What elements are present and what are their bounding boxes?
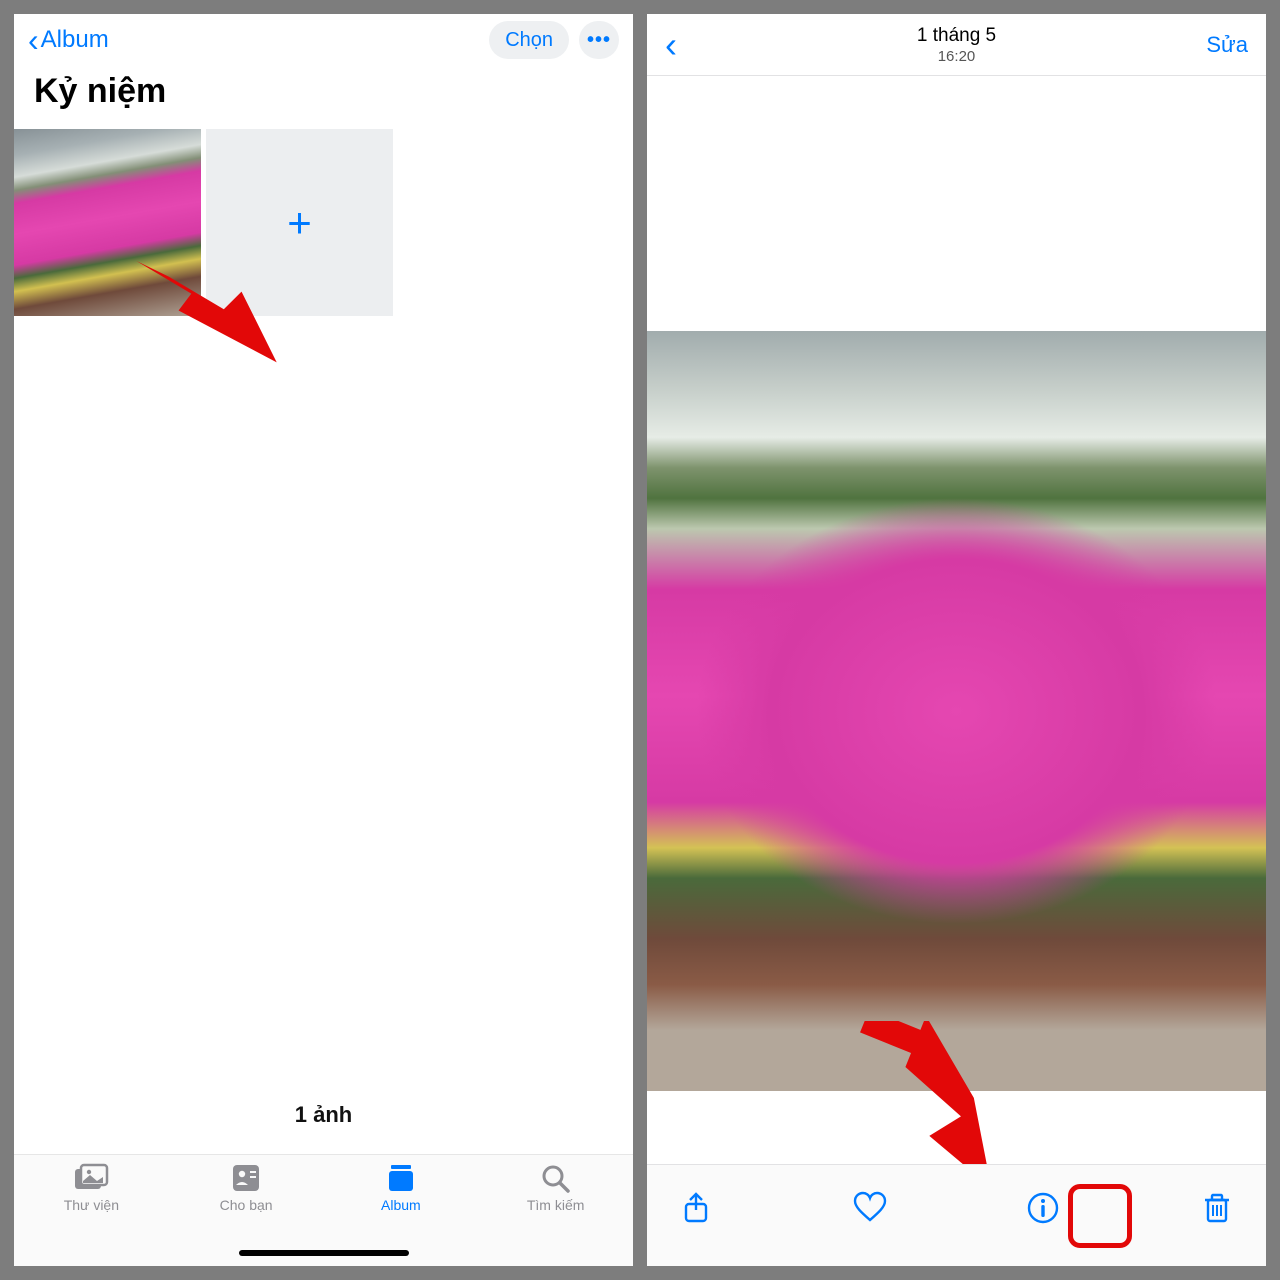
back-label: Album (41, 26, 109, 54)
left-screen-album-view: ‹ Album Chọn ••• Kỷ niệm + 1 ảnh (14, 14, 633, 1266)
edit-button[interactable]: Sửa (1206, 32, 1248, 58)
select-button[interactable]: Chọn (489, 21, 569, 59)
nav-bar: ‹ Album Chọn ••• (14, 14, 633, 66)
photo-date: 1 tháng 5 (917, 25, 996, 47)
library-icon (73, 1163, 109, 1193)
tab-label: Thư viện (64, 1197, 119, 1213)
search-icon (538, 1163, 574, 1193)
tab-label: Cho bạn (220, 1197, 273, 1213)
album-icon (383, 1163, 419, 1193)
trash-icon (1200, 1191, 1234, 1225)
share-icon (679, 1191, 713, 1225)
home-indicator[interactable] (239, 1250, 409, 1256)
delete-button[interactable] (1196, 1187, 1238, 1229)
tab-library[interactable]: Thư viện (14, 1163, 169, 1266)
photo-thumbnail[interactable] (14, 129, 201, 316)
album-title: Kỷ niệm (14, 66, 633, 129)
back-button[interactable]: ‹ (665, 36, 677, 54)
photo-grid: + (14, 129, 633, 316)
info-icon (1026, 1191, 1060, 1225)
photo-count: 1 ảnh (14, 1102, 633, 1128)
chevron-left-icon: ‹ (28, 32, 39, 48)
for-you-icon (228, 1163, 264, 1193)
right-screen-photo-detail: ‹ 1 tháng 5 16:20 Sửa (647, 14, 1266, 1266)
ellipsis-icon: ••• (587, 29, 611, 52)
plus-icon: + (287, 199, 312, 247)
info-button[interactable] (1022, 1187, 1064, 1229)
bottom-toolbar (647, 1164, 1266, 1266)
nav-title-group: 1 tháng 5 16:20 (917, 25, 996, 65)
photo-viewport[interactable] (647, 76, 1266, 1266)
nav-actions: Chọn ••• (489, 21, 619, 59)
photo-time: 16:20 (917, 48, 996, 65)
annotation-highlight-box (1068, 1184, 1132, 1248)
more-button[interactable]: ••• (579, 21, 619, 59)
heart-icon (853, 1191, 887, 1225)
back-button[interactable]: ‹ Album (28, 26, 109, 54)
share-button[interactable] (675, 1187, 717, 1229)
favorite-button[interactable] (849, 1187, 891, 1229)
tab-search[interactable]: Tìm kiếm (478, 1163, 633, 1266)
photo-full (647, 331, 1266, 1091)
tab-label: Album (381, 1197, 421, 1213)
nav-bar: ‹ 1 tháng 5 16:20 Sửa (647, 14, 1266, 76)
add-photo-cell[interactable]: + (206, 129, 393, 316)
tab-label: Tìm kiếm (527, 1197, 585, 1213)
